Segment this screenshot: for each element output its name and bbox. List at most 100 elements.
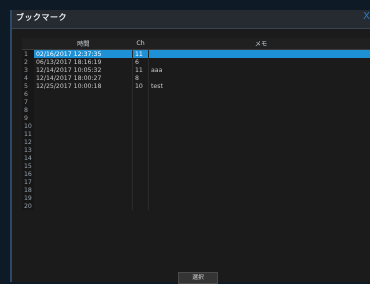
row-channel (133, 106, 149, 114)
row-memo (149, 178, 370, 186)
row-channel (133, 186, 149, 194)
close-icon[interactable]: X (363, 11, 370, 22)
table-row[interactable]: 18 (22, 186, 370, 194)
table-row[interactable]: 102/16/2017 12:37:3511 (22, 50, 370, 59)
table-row[interactable]: 12 (22, 138, 370, 146)
dialog-title: ブックマーク (16, 12, 67, 23)
row-index: 7 (22, 98, 34, 106)
row-time (34, 122, 133, 130)
row-time (34, 114, 133, 122)
table-row[interactable]: 17 (22, 178, 370, 186)
row-time (34, 202, 133, 210)
row-index: 10 (22, 122, 34, 130)
bookmark-dialog: ブックマーク X 時間 Ch メモ 102/16/2017 12:37:3511… (10, 10, 370, 282)
row-time (34, 194, 133, 202)
row-time: 12/14/2017 18:00:27 (34, 74, 133, 82)
row-index: 3 (22, 66, 34, 74)
row-index: 6 (22, 90, 34, 98)
row-memo (149, 194, 370, 202)
table-row[interactable]: 11 (22, 130, 370, 138)
row-memo (149, 122, 370, 130)
select-button[interactable]: 選択 (178, 272, 218, 284)
row-memo (149, 162, 370, 170)
row-channel (133, 178, 149, 186)
table-row[interactable]: 312/14/2017 10:05:3211aaa (22, 66, 370, 74)
row-index: 5 (22, 82, 34, 90)
row-channel (133, 130, 149, 138)
table-row[interactable]: 412/14/2017 18:00:278 (22, 74, 370, 82)
row-channel: 8 (133, 74, 149, 82)
row-index: 20 (22, 202, 34, 210)
row-time (34, 170, 133, 178)
row-memo (149, 186, 370, 194)
row-memo (149, 202, 370, 210)
row-index: 19 (22, 194, 34, 202)
index-header (22, 38, 34, 50)
row-index: 17 (22, 178, 34, 186)
row-index: 18 (22, 186, 34, 194)
memo-column-header[interactable]: メモ (149, 38, 370, 50)
row-time: 12/14/2017 10:05:32 (34, 66, 133, 74)
row-memo: test (149, 82, 370, 90)
row-memo: aaa (149, 66, 370, 74)
row-channel (133, 146, 149, 154)
row-index: 13 (22, 146, 34, 154)
row-time (34, 178, 133, 186)
row-memo (149, 58, 370, 66)
row-index: 11 (22, 130, 34, 138)
row-memo (149, 146, 370, 154)
row-time: 06/13/2017 18:16:19 (34, 58, 133, 66)
table-row[interactable]: 9 (22, 114, 370, 122)
table-row[interactable]: 16 (22, 170, 370, 178)
row-channel: 11 (133, 50, 149, 59)
row-channel: 11 (133, 66, 149, 74)
table-row[interactable]: 15 (22, 162, 370, 170)
row-index: 8 (22, 106, 34, 114)
table-row[interactable]: 7 (22, 98, 370, 106)
table-row[interactable]: 10 (22, 122, 370, 130)
row-time (34, 186, 133, 194)
table-row[interactable]: 8 (22, 106, 370, 114)
table-row[interactable]: 206/13/2017 18:16:196 (22, 58, 370, 66)
row-time (34, 90, 133, 98)
row-time (34, 98, 133, 106)
ch-column-header[interactable]: Ch (133, 38, 149, 50)
table-row[interactable]: 14 (22, 154, 370, 162)
table-row[interactable]: 13 (22, 146, 370, 154)
title-bar: ブックマーク X (12, 10, 370, 29)
row-memo (149, 106, 370, 114)
row-memo (149, 98, 370, 106)
row-channel (133, 122, 149, 130)
row-memo (149, 74, 370, 82)
row-time: 12/25/2017 10:00:18 (34, 82, 133, 90)
row-channel (133, 162, 149, 170)
bookmark-table: 時間 Ch メモ 102/16/2017 12:37:3511206/13/20… (22, 38, 370, 210)
row-memo (149, 50, 370, 59)
row-time (34, 138, 133, 146)
row-channel (133, 202, 149, 210)
row-index: 12 (22, 138, 34, 146)
row-channel (133, 138, 149, 146)
table-row[interactable]: 19 (22, 194, 370, 202)
row-index: 9 (22, 114, 34, 122)
row-channel (133, 90, 149, 98)
row-index: 15 (22, 162, 34, 170)
row-time (34, 154, 133, 162)
row-time (34, 162, 133, 170)
row-index: 16 (22, 170, 34, 178)
row-index: 1 (22, 50, 34, 59)
row-index: 4 (22, 74, 34, 82)
row-channel (133, 98, 149, 106)
table-row[interactable]: 6 (22, 90, 370, 98)
row-time: 02/16/2017 12:37:35 (34, 50, 133, 59)
table-row[interactable]: 20 (22, 202, 370, 210)
row-channel (133, 114, 149, 122)
row-time (34, 130, 133, 138)
time-column-header[interactable]: 時間 (34, 38, 133, 50)
row-memo (149, 114, 370, 122)
row-memo (149, 130, 370, 138)
table-row[interactable]: 512/25/2017 10:00:1810test (22, 82, 370, 90)
row-channel: 6 (133, 58, 149, 66)
row-channel (133, 194, 149, 202)
row-memo (149, 90, 370, 98)
